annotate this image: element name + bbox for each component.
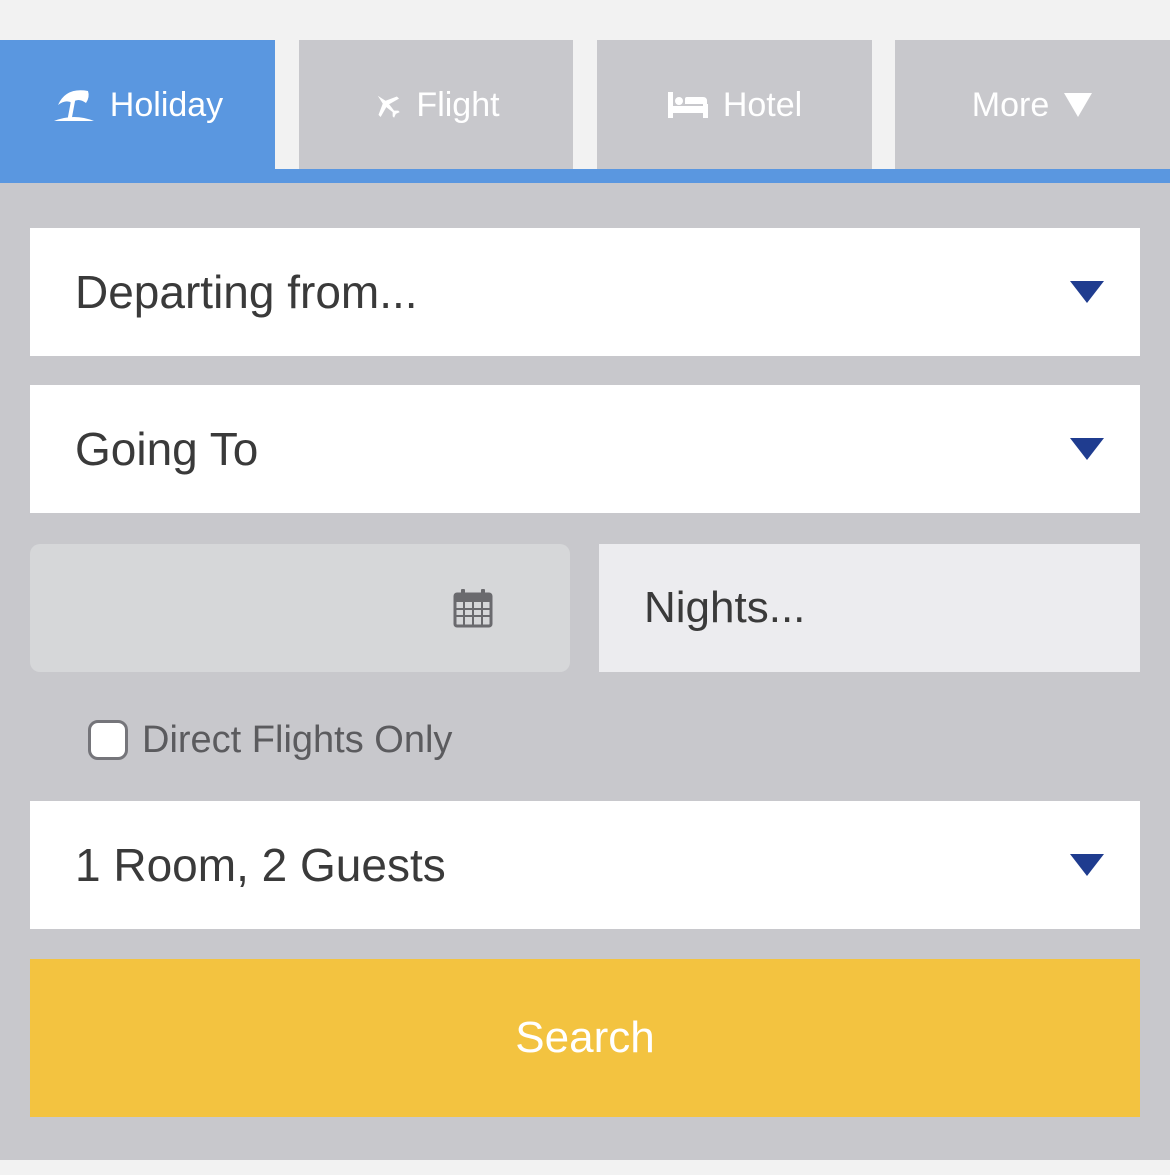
- direct-flights-label: Direct Flights Only: [142, 718, 453, 761]
- rooms-guests-value: 1 Room, 2 Guests: [75, 839, 446, 891]
- search-form: Departing from... Going To Nights... Dir…: [0, 183, 1170, 1160]
- tab-holiday-label: Holiday: [109, 85, 224, 124]
- beach-umbrella-icon: [52, 85, 96, 125]
- direct-flights-checkbox[interactable]: [88, 720, 128, 760]
- tab-hotel-label: Hotel: [722, 85, 803, 124]
- departure-date-field[interactable]: [30, 544, 570, 672]
- direct-flights-option[interactable]: Direct Flights Only: [88, 715, 452, 765]
- nights-placeholder: Nights...: [644, 583, 806, 632]
- dropdown-arrow-icon: [1070, 281, 1104, 303]
- caret-down-icon: [1063, 92, 1093, 118]
- search-tabs: Holiday Flight Hotel More: [0, 40, 1170, 170]
- tab-flight[interactable]: Flight: [299, 40, 573, 170]
- search-button[interactable]: Search: [30, 959, 1140, 1117]
- dropdown-arrow-icon: [1070, 854, 1104, 876]
- tab-flight-label: Flight: [416, 85, 500, 124]
- going-to-select[interactable]: Going To: [30, 385, 1140, 513]
- bed-icon: [667, 90, 709, 120]
- departing-from-select[interactable]: Departing from...: [30, 228, 1140, 356]
- tab-holiday[interactable]: Holiday: [0, 40, 275, 170]
- nights-select[interactable]: Nights...: [599, 544, 1140, 672]
- active-tab-underline: [0, 169, 1170, 183]
- dropdown-arrow-icon: [1070, 438, 1104, 460]
- plane-icon: [372, 90, 402, 120]
- search-button-label: Search: [515, 1013, 655, 1062]
- tab-more[interactable]: More: [895, 40, 1170, 170]
- going-to-placeholder: Going To: [75, 423, 259, 475]
- rooms-guests-select[interactable]: 1 Room, 2 Guests: [30, 801, 1140, 929]
- calendar-icon[interactable]: [453, 588, 493, 633]
- tab-hotel[interactable]: Hotel: [597, 40, 872, 170]
- tab-more-label: More: [971, 85, 1050, 124]
- departing-from-placeholder: Departing from...: [75, 266, 418, 318]
